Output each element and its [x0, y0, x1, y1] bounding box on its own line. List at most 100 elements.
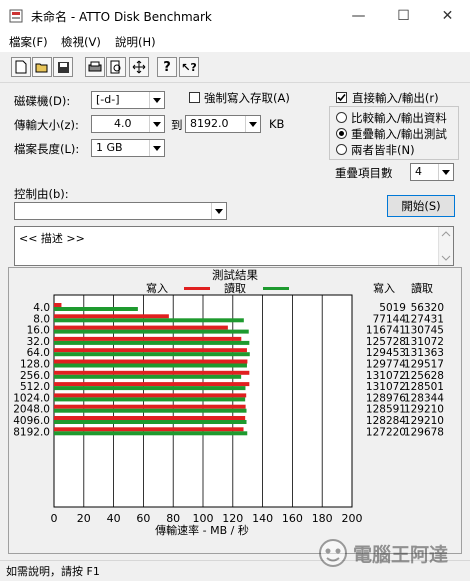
read-bar	[54, 408, 247, 413]
read-value: 128344	[404, 392, 444, 404]
help-icon[interactable]: ?	[157, 57, 177, 77]
read-value: 129678	[404, 426, 444, 438]
x-tick-label: 180	[312, 512, 333, 525]
save-icon[interactable]	[53, 57, 73, 77]
menu-help[interactable]: 說明(H)	[115, 34, 156, 50]
write-value: 128976	[366, 392, 406, 404]
transfer-from-select[interactable]: 4.0	[91, 115, 165, 133]
read-value: 125628	[404, 370, 444, 382]
write-bar	[54, 303, 62, 307]
read-value: 130745	[404, 325, 444, 337]
drive-select[interactable]: [-d-]	[91, 91, 165, 109]
radio-neither-label: 兩者皆非(N)	[351, 143, 415, 157]
chart-labels: 4.08.016.032.064.0128.0256.0512.01024.02…	[13, 302, 50, 438]
chevron-down-icon	[149, 116, 164, 132]
read-value: 56320	[411, 302, 444, 314]
menu-file[interactable]: 檔案(F)	[9, 34, 48, 50]
to-label: 到	[171, 118, 183, 132]
table-header: 寫入	[373, 281, 395, 295]
description-scrollbar[interactable]	[438, 227, 453, 265]
read-value: 129210	[404, 415, 444, 427]
y-tick-label: 8.0	[33, 313, 50, 325]
queue-depth-value: 4	[415, 165, 422, 178]
y-tick-label: 1024.0	[13, 392, 50, 404]
move-icon[interactable]	[129, 57, 149, 77]
read-bar	[54, 307, 138, 311]
y-tick-label: 2048.0	[13, 404, 50, 416]
write-value: 128591	[366, 404, 406, 416]
x-tick-label: 140	[252, 512, 273, 525]
write-value: 125728	[366, 336, 406, 348]
radio-compare[interactable]	[336, 112, 347, 123]
description-textarea[interactable]: << 描述 >>	[14, 226, 454, 266]
file-length-value: 1 GB	[96, 141, 123, 154]
radio-overlap-label: 重疊輸入/輸出測試	[351, 127, 447, 141]
radio-neither[interactable]	[336, 144, 347, 155]
watermark-text: 電腦王阿達	[353, 543, 449, 566]
chart-legend: 寫入 讀取	[146, 281, 289, 295]
read-bar	[54, 386, 246, 391]
start-button[interactable]: 開始(S)	[387, 195, 455, 217]
file-length-label: 檔案長度(L):	[14, 142, 80, 156]
write-bar	[54, 416, 246, 420]
close-button[interactable]: ✕	[425, 0, 470, 32]
force-write-checkbox[interactable]	[189, 92, 200, 103]
maximize-button[interactable]: ☐	[381, 0, 426, 32]
results-chart: 測試結果 寫入 讀取 0 20 40 60 80 100 120 140 160 180 200 4.…	[13, 268, 444, 537]
write-bar	[54, 325, 228, 330]
mascot-logo	[319, 539, 347, 567]
transfer-from-value: 4.0	[114, 117, 132, 130]
y-tick-label: 32.0	[27, 336, 50, 348]
x-axis-label: 傳輸速率 - MB / 秒	[155, 523, 249, 537]
status-text: 如需說明，請按 F1	[6, 565, 100, 578]
y-tick-label: 4096.0	[13, 415, 50, 427]
window-title: 未命名 - ATTO Disk Benchmark	[31, 10, 212, 24]
direct-io-checkbox[interactable]	[336, 92, 347, 103]
table-header: 讀取	[411, 281, 433, 295]
open-icon[interactable]	[32, 57, 52, 77]
write-value: 116741	[366, 325, 406, 337]
chevron-down-icon	[149, 92, 164, 108]
legend-swatch-0	[184, 287, 210, 290]
y-tick-label: 16.0	[27, 325, 50, 337]
minimize-button[interactable]: —	[336, 0, 381, 32]
queue-depth-select[interactable]: 4	[410, 163, 454, 181]
watermark: 電腦王阿達	[318, 538, 448, 568]
write-bar	[54, 404, 246, 409]
chevron-down-icon	[438, 164, 453, 180]
write-bar	[54, 427, 244, 432]
transfer-to-select[interactable]: 8192.0	[185, 115, 261, 133]
write-value: 127220	[366, 426, 406, 438]
read-bar	[54, 431, 248, 436]
drive-value: [-d-]	[96, 93, 120, 106]
write-value: 129453	[366, 347, 406, 359]
print-preview-icon[interactable]	[106, 57, 126, 77]
print-icon[interactable]	[85, 57, 105, 77]
y-tick-label: 128.0	[20, 359, 50, 371]
write-value: 128284	[366, 415, 406, 427]
write-bar	[54, 393, 247, 398]
controlled-by-select[interactable]	[14, 202, 227, 220]
write-value: 131072	[366, 370, 406, 382]
write-value: 129774	[366, 359, 406, 371]
y-tick-label: 8192.0	[13, 426, 50, 438]
menu-view[interactable]: 檢視(V)	[61, 34, 101, 50]
read-value: 127431	[404, 313, 444, 325]
drive-label: 磁碟機(D):	[14, 94, 71, 108]
radio-overlap[interactable]	[336, 128, 347, 139]
legend-label-0: 寫入	[146, 281, 168, 295]
file-length-select[interactable]: 1 GB	[91, 139, 165, 157]
read-value: 129210	[404, 404, 444, 416]
radio-dot	[339, 131, 344, 136]
legend-label-1: 讀取	[224, 281, 246, 295]
y-tick-label: 512.0	[20, 381, 50, 393]
y-tick-label: 4.0	[33, 302, 50, 314]
unit-label: KB	[269, 117, 285, 131]
context-help-icon[interactable]: ↖?	[179, 57, 199, 77]
chart-title: 測試結果	[212, 268, 258, 282]
read-bar	[54, 329, 249, 334]
x-tick-label: 0	[51, 512, 58, 525]
x-tick-label: 40	[107, 512, 121, 525]
new-icon[interactable]	[11, 57, 31, 77]
read-bar	[54, 352, 250, 357]
